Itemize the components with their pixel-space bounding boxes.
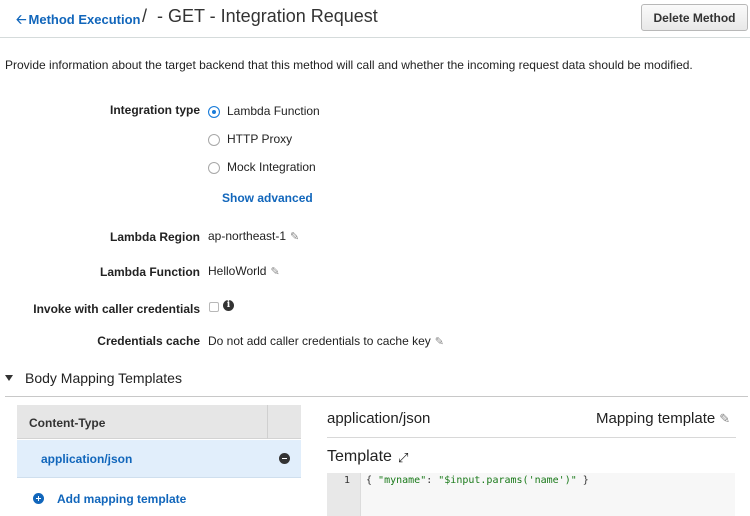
- pencil-icon[interactable]: ✎: [719, 411, 730, 426]
- code-close: }: [576, 475, 589, 486]
- radio-http-proxy[interactable]: [208, 134, 220, 146]
- credentials-cache-value: Do not add caller credentials to cache k…: [208, 334, 431, 348]
- radio-mock-integration-label[interactable]: Mock Integration: [227, 160, 316, 174]
- method-execution-link[interactable]: 🡠 Method Execution: [16, 11, 140, 33]
- content-type-column-header: Content-Type: [29, 416, 106, 430]
- pencil-icon[interactable]: ✎: [290, 231, 299, 243]
- body-mapping-title: Body Mapping Templates: [25, 370, 182, 386]
- pencil-icon[interactable]: ✎: [270, 266, 279, 278]
- editor-gutter: 1: [327, 473, 361, 516]
- page-title: - GET - Integration Request: [157, 6, 378, 26]
- credentials-cache-label: Credentials cache: [97, 334, 200, 348]
- add-mapping-template-link[interactable]: Add mapping template: [57, 492, 186, 506]
- lambda-function-label: Lambda Function: [100, 265, 200, 279]
- content-type-row[interactable]: application/json: [17, 440, 301, 478]
- body-mapping-section-toggle[interactable]: Body Mapping Templates: [5, 370, 182, 386]
- invoke-credentials-checkbox[interactable]: [209, 302, 219, 312]
- mapping-template-label: Mapping template: [596, 410, 716, 427]
- show-advanced-link[interactable]: Show advanced: [222, 191, 313, 205]
- code-open: {: [366, 475, 379, 486]
- content-type-row-label[interactable]: application/json: [41, 452, 132, 466]
- radio-http-proxy-label[interactable]: HTTP Proxy: [227, 132, 292, 146]
- mapping-template-field: Mapping template ✎: [596, 410, 730, 427]
- radio-lambda-function-label[interactable]: Lambda Function: [227, 104, 320, 118]
- page-description: Provide information about the target bac…: [5, 58, 693, 72]
- arrow-left-icon: 🡠: [16, 12, 27, 27]
- code-colon: :: [426, 475, 439, 486]
- pencil-icon[interactable]: ✎: [435, 336, 444, 348]
- code-key: "myname": [378, 475, 427, 486]
- integration-type-label: Integration type: [109, 103, 200, 117]
- code-value: "$input.params('name')": [438, 475, 577, 486]
- lambda-function-field: HelloWorld ✎: [208, 264, 280, 278]
- delete-method-button[interactable]: Delete Method: [641, 4, 748, 31]
- lambda-function-value: HelloWorld: [208, 264, 267, 278]
- lambda-region-label: Lambda Region: [109, 230, 200, 244]
- line-number: 1: [343, 475, 350, 486]
- minus-circle-icon[interactable]: [279, 453, 290, 464]
- expand-icon[interactable]: ⤢: [398, 450, 408, 466]
- info-icon[interactable]: i: [223, 300, 234, 311]
- lambda-region-value: ap-northeast-1: [208, 229, 287, 243]
- plus-circle-icon[interactable]: [33, 493, 44, 504]
- template-title: Template: [327, 448, 392, 465]
- selected-content-type: application/json: [327, 410, 431, 427]
- code-line[interactable]: { "myname": "$input.params('name')" }: [366, 475, 589, 486]
- invoke-credentials-label: Invoke with caller credentials: [33, 302, 200, 316]
- template-divider: [327, 437, 736, 438]
- column-divider: [267, 405, 268, 439]
- caret-down-icon: [5, 375, 13, 382]
- radio-lambda-function[interactable]: [208, 106, 220, 118]
- radio-mock-integration[interactable]: [208, 162, 220, 174]
- page-header: 🡠 Method Execution / - GET - Integration …: [0, 0, 750, 38]
- breadcrumb-separator: /: [142, 6, 148, 26]
- credentials-cache-field: Do not add caller credentials to cache k…: [208, 334, 444, 348]
- template-editor[interactable]: 1 { "myname": "$input.params('name')" }: [327, 473, 735, 516]
- content-type-panel: Content-Type application/json: [17, 405, 301, 479]
- lambda-region-field: ap-northeast-1 ✎: [208, 229, 299, 243]
- section-divider: [5, 396, 748, 397]
- method-execution-label: Method Execution: [28, 12, 141, 27]
- content-type-header: Content-Type: [17, 405, 301, 439]
